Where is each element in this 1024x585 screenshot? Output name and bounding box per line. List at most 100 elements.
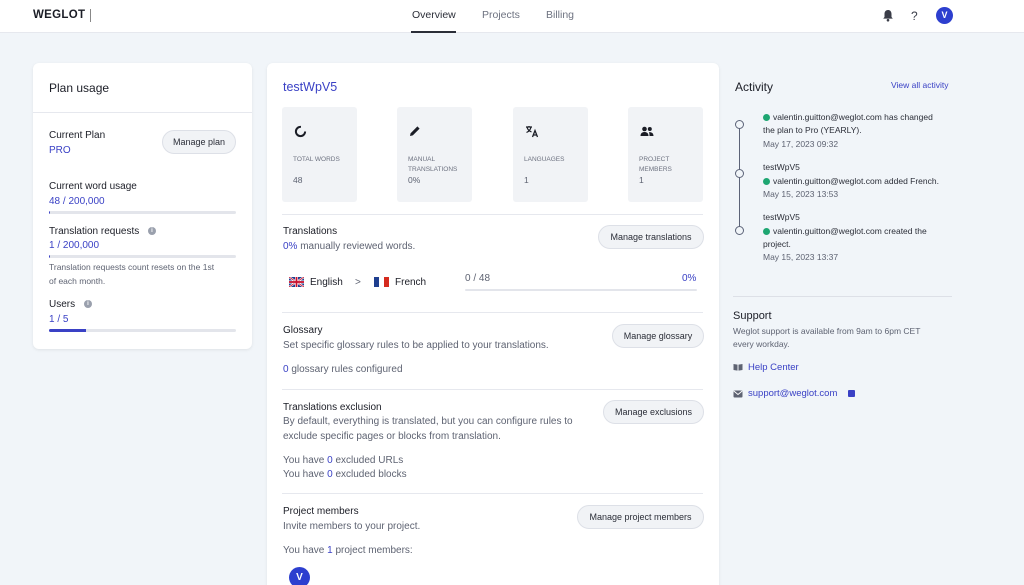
section-divider <box>282 493 703 494</box>
translations-title: Translations <box>283 226 338 237</box>
tab-projects[interactable]: Projects <box>482 9 520 21</box>
language-progress <box>465 289 697 291</box>
section-divider <box>282 389 703 390</box>
check-circle-icon <box>763 228 770 235</box>
check-circle-icon <box>763 114 770 121</box>
timeline-dot <box>735 120 744 129</box>
translated-count: 0 / 48 <box>465 273 491 284</box>
activity-text-2: project. <box>763 239 791 249</box>
support-email-link[interactable]: support@weglot.com <box>748 388 837 399</box>
manage-exclusions-button[interactable]: Manage exclusions <box>603 400 704 424</box>
stat-label: TOTAL WORDS <box>293 156 340 163</box>
reviewed-percent: 0% <box>283 241 298 252</box>
requests-reset-note-2: of each month. <box>49 276 106 286</box>
view-all-activity-link[interactable]: View all activity <box>891 80 948 90</box>
activity-project[interactable]: testWpV5 <box>763 161 800 174</box>
source-language: English <box>310 277 343 288</box>
plan-usage-title: Plan usage <box>49 81 110 95</box>
word-usage-progress-fill <box>49 211 51 214</box>
stat-label: PROJECT MEMBERS <box>639 156 672 173</box>
exclusion-title: Translations exclusion <box>283 402 382 413</box>
stat-value: 1 <box>524 175 529 185</box>
manage-project-members-button[interactable]: Manage project members <box>577 505 704 529</box>
users-label: Users <box>49 299 76 310</box>
weglot-logo[interactable]: WEGLOT <box>33 9 85 21</box>
support-description-2: every workday. <box>733 339 790 349</box>
stat-value: 48 <box>293 175 303 185</box>
activity-text: valentin.guitton@weglot.com created the <box>773 226 927 236</box>
requests-info-icon[interactable]: i <box>148 227 156 235</box>
glossary-title: Glossary <box>283 325 323 336</box>
word-usage-value: 48 / 200,000 <box>49 196 105 207</box>
reviewed-text: manually reviewed words. <box>297 241 416 252</box>
tab-overview[interactable]: Overview <box>412 9 456 21</box>
book-icon <box>733 363 743 371</box>
loader-icon <box>294 125 307 141</box>
support-description: Weglot support is available from 9am to … <box>733 326 921 336</box>
pencil-icon <box>409 125 421 140</box>
members-count-text: You have 1 project members: <box>283 545 413 556</box>
exclusion-description: By default, everything is translated, bu… <box>283 416 573 427</box>
help-icon[interactable]: ? <box>911 9 918 23</box>
activity-title: Activity <box>735 80 774 94</box>
logo-divider <box>90 9 91 22</box>
copy-icon[interactable] <box>848 390 855 397</box>
active-tab-indicator <box>411 31 456 33</box>
urls-suffix: excluded URLs <box>332 455 404 466</box>
blocks-prefix: You have <box>283 469 328 480</box>
word-usage-progress <box>49 211 236 214</box>
users-progress <box>49 329 236 332</box>
help-center-link[interactable]: Help Center <box>748 362 799 373</box>
translated-percent: 0% <box>682 273 697 284</box>
users-progress-fill <box>49 329 87 332</box>
members-description: Invite members to your project. <box>283 521 421 532</box>
blocks-suffix: excluded blocks <box>332 469 407 480</box>
check-circle-icon <box>763 178 770 185</box>
activity-text: valentin.guitton@weglot.com has changed <box>773 112 933 122</box>
stat-manual-translations: MANUAL TRANSLATIONS 0% <box>397 107 472 202</box>
manage-translations-button[interactable]: Manage translations <box>598 225 704 249</box>
activity-date: May 15, 2023 13:37 <box>763 252 839 262</box>
user-avatar[interactable]: V <box>936 7 953 24</box>
translation-requests-value: 1 / 200,000 <box>49 240 100 251</box>
mail-icon <box>733 390 743 398</box>
users-info-icon[interactable]: i <box>84 300 92 308</box>
uk-flag-icon <box>289 277 304 287</box>
member-avatar[interactable]: V <box>289 567 310 585</box>
activity-text-2: the plan to Pro (YEARLY). <box>763 125 862 135</box>
target-language: French <box>395 277 427 288</box>
translation-requests-progress <box>49 255 236 258</box>
language-pair-row[interactable]: English > French 0 / 48 0% <box>282 273 704 293</box>
glossary-rules-count: 0 glossary rules configured <box>283 364 403 375</box>
current-plan-label: Current Plan <box>49 130 106 141</box>
tab-billing[interactable]: Billing <box>546 9 574 21</box>
project-overview-card: testWpV5 TOTAL WORDS 48 MANUAL TRANSLATI… <box>267 63 719 585</box>
activity-date: May 15, 2023 13:53 <box>763 189 839 199</box>
word-usage-label: Current word usage <box>49 181 137 192</box>
users-value: 1 / 5 <box>49 314 69 325</box>
plan-usage-card: Plan usage Current Plan PRO Manage plan … <box>33 63 252 349</box>
excluded-blocks: You have 0 excluded blocks <box>283 469 407 480</box>
activity-divider <box>733 296 952 297</box>
stat-value: 1 <box>639 175 644 185</box>
timeline-dot <box>735 226 744 235</box>
members-prefix: You have <box>283 545 328 556</box>
stat-languages: LANGUAGES 1 <box>513 107 588 202</box>
section-divider <box>282 214 703 215</box>
manage-glossary-button[interactable]: Manage glossary <box>612 324 704 348</box>
top-navigation-bar: WEGLOT Overview Projects Billing ? V <box>0 0 1024 33</box>
chevron-right-icon: > <box>355 277 361 288</box>
stat-total-words: TOTAL WORDS 48 <box>282 107 357 202</box>
section-divider <box>282 312 703 313</box>
members-suffix: project members: <box>332 545 413 556</box>
translation-requests-progress-fill <box>49 255 51 258</box>
support-title: Support <box>733 310 772 322</box>
project-name[interactable]: testWpV5 <box>283 80 337 94</box>
stat-value: 0% <box>408 175 421 185</box>
stat-label: MANUAL TRANSLATIONS <box>408 156 458 173</box>
manage-plan-button[interactable]: Manage plan <box>162 130 236 154</box>
bell-icon[interactable] <box>882 9 894 25</box>
activity-project[interactable]: testWpV5 <box>763 211 800 224</box>
stat-project-members: PROJECT MEMBERS 1 <box>628 107 703 202</box>
exclusion-description-2: exclude specific pages or blocks from tr… <box>283 431 501 442</box>
